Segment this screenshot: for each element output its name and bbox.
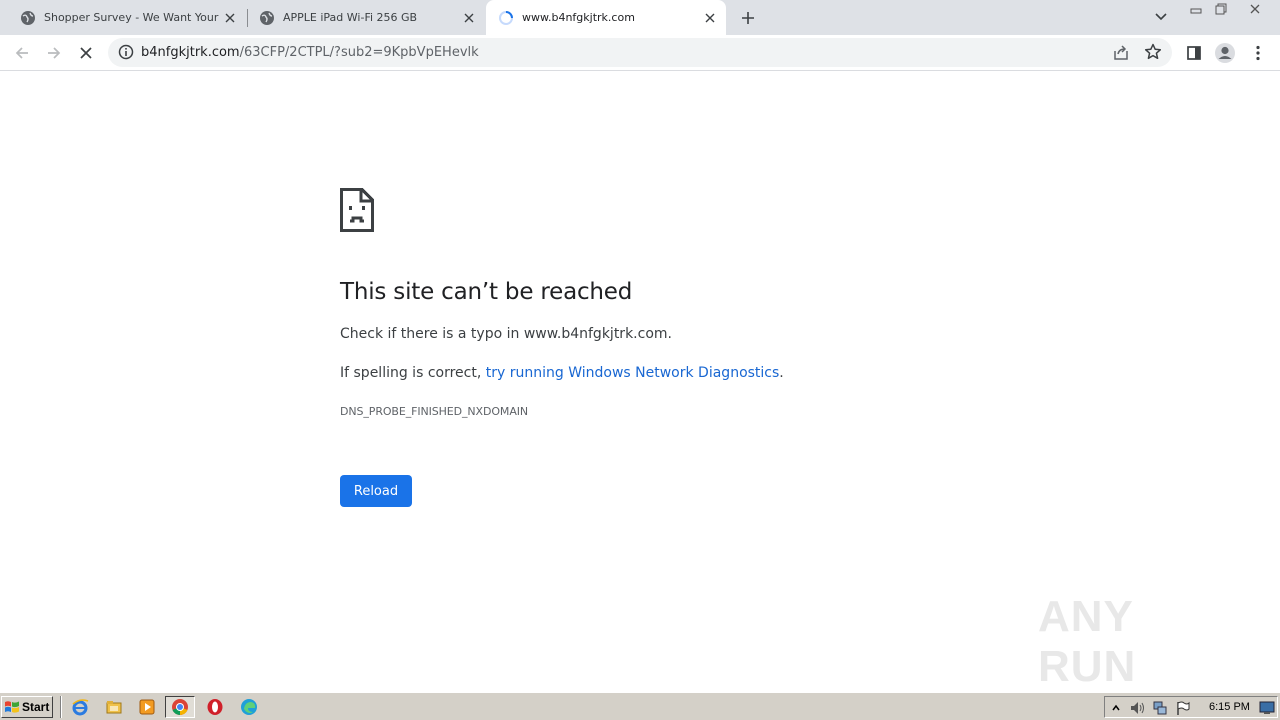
start-button[interactable]: Start xyxy=(1,696,53,718)
taskbar-app-edge[interactable] xyxy=(238,697,260,717)
speaker-icon xyxy=(1131,702,1144,714)
typo-suggestion: Check if there is a typo in www.b4nfgkjt… xyxy=(340,326,672,342)
address-bar[interactable]: b4nfgkjtrk.com/63CFP/2CTPL/?sub2=9KpbVpE… xyxy=(108,38,1172,67)
bookmark-star-icon[interactable] xyxy=(1144,43,1162,61)
browser-toolbar: b4nfgkjtrk.com/63CFP/2CTPL/?sub2=9KpbVpE… xyxy=(0,35,1280,71)
restore-button[interactable] xyxy=(1208,0,1234,18)
plus-icon xyxy=(742,12,754,24)
edge-icon xyxy=(241,699,257,715)
side-panel-button[interactable] xyxy=(1183,42,1205,64)
sad-page-icon xyxy=(340,188,374,232)
show-desktop-button[interactable] xyxy=(1259,700,1275,716)
stop-loading-button[interactable] xyxy=(73,40,99,66)
tab-title: Shopper Survey - We Want Your Opinion xyxy=(44,11,220,24)
taskbar-divider xyxy=(60,696,62,718)
info-icon[interactable] xyxy=(118,44,134,60)
chevron-down-icon xyxy=(1155,13,1167,21)
forward-button[interactable] xyxy=(41,40,67,66)
chevron-up-icon xyxy=(1112,704,1120,711)
error-code: DNS_PROBE_FINISHED_NXDOMAIN xyxy=(340,405,529,418)
media-player-icon xyxy=(139,699,155,715)
tray-network[interactable] xyxy=(1152,700,1168,716)
explorer-icon xyxy=(106,701,122,714)
desktop-icon xyxy=(1259,701,1275,714)
close-tab-icon[interactable] xyxy=(459,8,479,28)
close-tab-icon[interactable] xyxy=(700,8,720,28)
start-label: Start xyxy=(22,700,50,714)
tab-shopper-survey[interactable]: Shopper Survey - We Want Your Opinion xyxy=(0,0,246,35)
flag-icon xyxy=(1177,701,1190,715)
address-url[interactable]: b4nfgkjtrk.com/63CFP/2CTPL/?sub2=9KpbVpE… xyxy=(141,45,479,60)
tray-action-center[interactable] xyxy=(1175,700,1191,716)
avatar-icon xyxy=(1215,43,1235,63)
diagnostics-suffix: . xyxy=(779,365,784,381)
minimize-button[interactable] xyxy=(1183,0,1209,18)
close-tab-icon[interactable] xyxy=(220,8,240,28)
close-window-button[interactable] xyxy=(1240,0,1270,18)
diagnostics-suggestion: If spelling is correct, try running Wind… xyxy=(340,365,784,381)
opera-icon xyxy=(207,699,223,715)
windows-logo-icon xyxy=(5,701,19,713)
globe-icon xyxy=(260,10,274,25)
reload-button[interactable]: Reload xyxy=(340,475,412,507)
taskbar-app-media-player[interactable] xyxy=(136,697,158,717)
taskbar: Start 6:15 PM xyxy=(0,692,1280,720)
watermark-text: ANY RUN xyxy=(1038,592,1137,691)
tab-b4nfgkjtrk[interactable]: www.b4nfgkjtrk.com xyxy=(486,0,726,35)
network-diagnostics-link[interactable]: try running Windows Network Diagnostics xyxy=(486,365,780,381)
new-tab-button[interactable] xyxy=(736,6,760,30)
ie-icon xyxy=(72,699,89,716)
diagnostics-prefix: If spelling is correct, xyxy=(340,365,486,381)
tab-title: APPLE iPad Wi-Fi 256 GB xyxy=(283,11,418,24)
network-icon xyxy=(1153,701,1167,715)
clock: 6:15 PM xyxy=(1209,701,1250,713)
menu-button[interactable] xyxy=(1247,42,1269,64)
system-tray: 6:15 PM xyxy=(1104,696,1278,718)
taskbar-app-chrome[interactable] xyxy=(165,696,195,718)
globe-icon xyxy=(21,10,35,25)
tab-search-button[interactable] xyxy=(1150,6,1172,28)
tray-expand-button[interactable] xyxy=(1108,700,1124,716)
close-icon xyxy=(1250,4,1260,14)
taskbar-app-explorer[interactable] xyxy=(103,697,125,717)
arrow-right-icon xyxy=(48,47,61,59)
tab-title: www.b4nfgkjtrk.com xyxy=(522,11,635,24)
typo-text: Check if there is a typo in www.b4nfgkjt… xyxy=(340,326,672,342)
page-content: This site can’t be reached Check if ther… xyxy=(0,72,1280,692)
loading-spinner-icon xyxy=(499,10,513,25)
back-button[interactable] xyxy=(9,40,35,66)
taskbar-app-opera[interactable] xyxy=(204,697,226,717)
close-icon xyxy=(80,47,92,59)
url-host: b4nfgkjtrk.com xyxy=(141,45,240,60)
error-title: This site can’t be reached xyxy=(340,279,633,305)
profile-button[interactable] xyxy=(1214,42,1236,64)
tab-apple-ipad[interactable]: APPLE iPad Wi-Fi 256 GB xyxy=(239,0,485,35)
tab-strip: Shopper Survey - We Want Your Opinion AP… xyxy=(0,0,1280,35)
url-path: /63CFP/2CTPL/?sub2=9KpbVpEHevlk xyxy=(239,45,479,60)
arrow-left-icon xyxy=(15,47,28,59)
side-panel-icon xyxy=(1187,46,1201,60)
taskbar-app-ie[interactable] xyxy=(69,697,91,717)
minimize-icon xyxy=(1190,8,1202,14)
anyrun-watermark: ANY RUN xyxy=(1038,592,1234,691)
tray-volume[interactable] xyxy=(1129,700,1145,716)
restore-icon xyxy=(1215,3,1227,15)
chrome-icon xyxy=(172,699,188,716)
kebab-menu-icon xyxy=(1256,45,1260,61)
share-icon[interactable] xyxy=(1112,44,1130,62)
